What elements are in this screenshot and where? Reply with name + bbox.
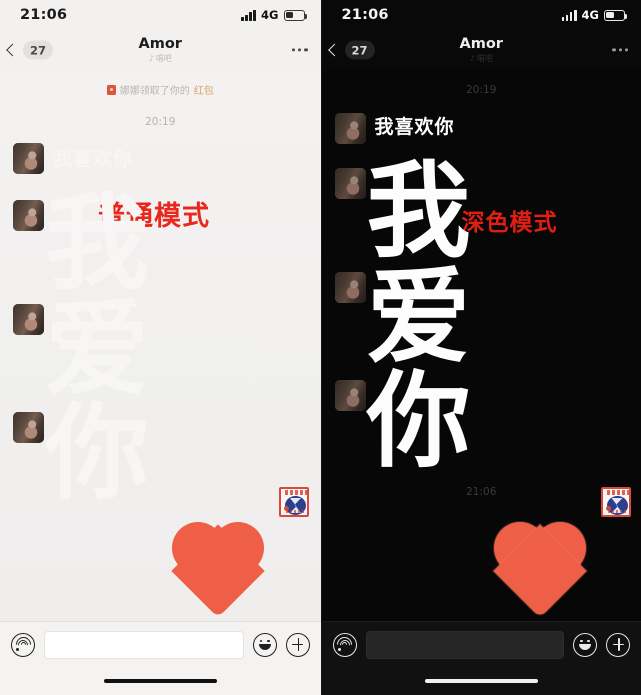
voice-input-button[interactable] bbox=[11, 632, 35, 657]
red-packet-note-highlight: 红包 bbox=[193, 86, 214, 97]
smiley-icon bbox=[574, 633, 596, 657]
message-char-big: 爱 bbox=[366, 256, 471, 378]
status-indicators: 4G bbox=[561, 8, 628, 22]
chat-timestamp-bottom: 21:06 bbox=[466, 486, 497, 498]
message-input[interactable] bbox=[365, 630, 564, 659]
more-options-button[interactable] bbox=[291, 48, 308, 52]
unread-badge: 27 bbox=[23, 40, 54, 60]
conversation-dark[interactable]: 20:19 深色模式 我喜欢你 我 爱 你 21:06 bbox=[321, 70, 641, 621]
avatar[interactable] bbox=[13, 143, 44, 174]
dark-mode-panel: 21:06 4G 27 Amor ♪ 唱吧 20:19 深色模式 我喜欢你 我 … bbox=[320, 0, 641, 695]
signal-bars-icon bbox=[241, 9, 257, 21]
plus-icon bbox=[287, 633, 309, 657]
avatar[interactable] bbox=[334, 168, 366, 199]
music-note-icon: ♪ bbox=[148, 53, 154, 63]
red-packet-icon bbox=[106, 84, 116, 95]
hidden-message-small: 我喜欢你 bbox=[53, 148, 134, 170]
red-packet-note-text: 娜娜领取了你的 bbox=[119, 86, 190, 97]
heart-sticker bbox=[492, 520, 587, 618]
network-label: 4G bbox=[261, 8, 279, 22]
smiley-icon bbox=[254, 633, 276, 657]
emoji-button[interactable] bbox=[252, 632, 277, 657]
contact-subtitle: 唱吧 bbox=[155, 53, 172, 63]
comparison-screenshot: 21:06 4G 27 Amor ♪ 唱吧 娜娜领取了你的 红包 20:19 普… bbox=[0, 0, 641, 695]
chevron-left-icon bbox=[6, 43, 19, 57]
status-time: 21:06 bbox=[341, 7, 389, 23]
avatar[interactable] bbox=[334, 113, 366, 144]
chevron-left-icon bbox=[327, 43, 341, 57]
home-indicator-area-light bbox=[0, 667, 321, 695]
home-indicator[interactable] bbox=[424, 678, 538, 684]
plus-icon bbox=[607, 633, 629, 657]
message-input[interactable] bbox=[44, 630, 244, 659]
avatar[interactable] bbox=[13, 200, 44, 231]
hidden-message-char: 爱 bbox=[45, 288, 150, 410]
more-actions-button[interactable] bbox=[285, 632, 310, 657]
conversation-light[interactable]: 娜娜领取了你的 红包 20:19 普通模式 我喜欢你 我 爱 你 bbox=[0, 70, 321, 621]
avatar[interactable] bbox=[334, 272, 366, 303]
home-indicator-area-dark bbox=[321, 667, 641, 695]
avatar[interactable] bbox=[13, 304, 44, 335]
nav-bar-light: 27 Amor ♪ 唱吧 bbox=[0, 30, 321, 70]
avatar[interactable] bbox=[13, 412, 44, 443]
network-label: 4G bbox=[581, 8, 599, 22]
back-button[interactable]: 27 bbox=[6, 40, 54, 60]
signal-bars-icon bbox=[561, 9, 577, 21]
light-mode-panel: 21:06 4G 27 Amor ♪ 唱吧 娜娜领取了你的 红包 20:19 普… bbox=[0, 0, 321, 695]
watermark-stamp-icon bbox=[279, 487, 309, 517]
status-bar-light: 21:06 4G bbox=[0, 0, 321, 30]
nav-bar-dark: 27 Amor ♪ 唱吧 bbox=[322, 30, 641, 70]
status-indicators: 4G bbox=[241, 8, 307, 22]
voice-wave-icon bbox=[12, 633, 34, 657]
chat-timestamp: 20:19 bbox=[145, 116, 176, 128]
heart-sticker bbox=[171, 520, 265, 618]
unread-badge: 27 bbox=[344, 40, 375, 60]
message-char-big: 你 bbox=[366, 360, 471, 482]
avatar[interactable] bbox=[334, 380, 366, 411]
more-actions-button[interactable] bbox=[606, 632, 630, 657]
more-options-button[interactable] bbox=[612, 48, 628, 52]
status-bar-dark: 21:06 4G bbox=[322, 0, 641, 30]
message-text-small: 我喜欢你 bbox=[374, 116, 455, 138]
voice-input-button[interactable] bbox=[332, 632, 357, 657]
voice-wave-icon bbox=[333, 633, 356, 657]
status-time: 21:06 bbox=[20, 7, 68, 23]
battery-icon bbox=[604, 9, 628, 21]
message-char-big: 我 bbox=[366, 150, 471, 272]
home-indicator[interactable] bbox=[103, 678, 217, 684]
input-bar-dark bbox=[321, 621, 641, 667]
input-bar-light bbox=[0, 621, 321, 667]
battery-icon bbox=[283, 9, 307, 21]
contact-subtitle: 唱吧 bbox=[476, 53, 493, 63]
red-packet-system-note: 娜娜领取了你的 红包 bbox=[0, 82, 321, 97]
watermark-stamp-icon bbox=[600, 487, 631, 517]
hidden-message-char: 你 bbox=[45, 392, 150, 514]
music-note-icon: ♪ bbox=[469, 53, 475, 63]
emoji-button[interactable] bbox=[573, 632, 597, 657]
hidden-message-char: 我 bbox=[45, 182, 150, 304]
chat-timestamp-top: 20:19 bbox=[466, 84, 497, 96]
back-button[interactable]: 27 bbox=[327, 40, 375, 60]
mode-annotation-dark: 深色模式 bbox=[461, 210, 558, 236]
